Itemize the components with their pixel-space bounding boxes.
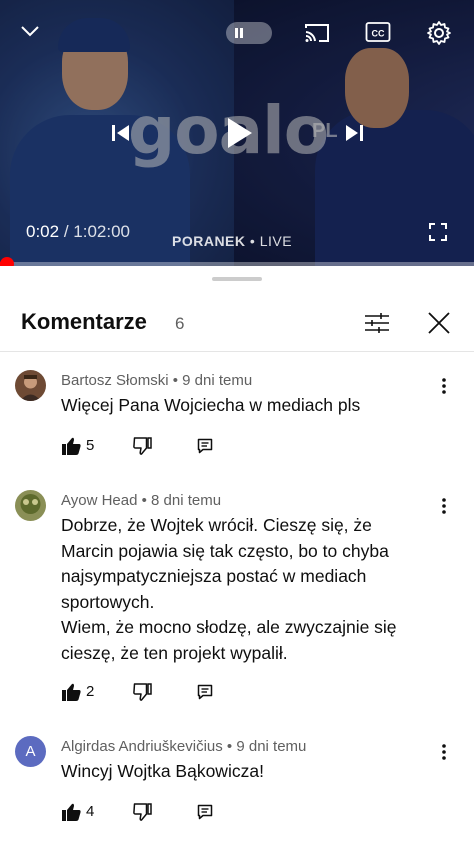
reply-icon[interactable]	[196, 437, 214, 455]
comments-header: Komentarze 6	[0, 296, 474, 352]
cast-icon[interactable]	[302, 20, 332, 46]
like-count: 5	[86, 437, 95, 454]
comment-text: Dobrze, że Wojtek wrócił. Cieszę się, że…	[61, 515, 397, 663]
avatar[interactable]	[15, 490, 46, 521]
comment-text: Wincyj Wojtka Bąkowicza!	[61, 761, 264, 781]
comment-time: 8 dni temu	[151, 492, 222, 509]
previous-icon[interactable]	[107, 119, 135, 147]
avatar[interactable]	[15, 370, 46, 401]
close-icon[interactable]	[424, 308, 454, 338]
video-player[interactable]: goalo PL CC 0:02 / 1:02:00 PORANEK • LIV…	[0, 0, 474, 266]
captions-icon[interactable]: CC	[364, 20, 392, 44]
comments-count: 6	[175, 314, 185, 333]
dislike-icon[interactable]	[131, 802, 153, 822]
chevron-down-icon[interactable]	[14, 16, 46, 46]
avatar-letter: A	[25, 743, 36, 760]
drag-handle[interactable]	[212, 277, 262, 281]
more-options-icon[interactable]	[434, 740, 454, 764]
comments-panel: Komentarze 6 Bartosz Słomski • 9 dni tem…	[0, 266, 474, 842]
scrubber-handle[interactable]	[0, 257, 14, 266]
comment-author-line: Bartosz Słomski • 9 dni temu	[61, 372, 253, 389]
comment-author[interactable]: Algirdas Andriuškevičius	[61, 738, 223, 755]
comment-time: 9 dni temu	[182, 372, 253, 389]
comment-time: 9 dni temu	[236, 738, 307, 755]
live-separator: •	[245, 233, 260, 249]
show-name: PORANEK	[172, 233, 246, 249]
like-icon[interactable]	[61, 436, 81, 456]
settings-gear-icon[interactable]	[424, 18, 454, 48]
reply-icon[interactable]	[196, 803, 214, 821]
play-icon[interactable]	[219, 113, 259, 153]
avatar[interactable]: A	[15, 736, 46, 767]
time-display: 0:02 / 1:02:00	[26, 222, 130, 242]
fullscreen-icon[interactable]	[426, 220, 450, 244]
filter-icon[interactable]	[362, 308, 392, 338]
comment-author-line: Algirdas Andriuškevičius • 9 dni temu	[61, 738, 307, 755]
like-icon[interactable]	[61, 802, 81, 822]
comment-text: Więcej Pana Wojciecha w mediach pls	[61, 395, 361, 415]
time-separator: /	[59, 222, 74, 241]
dislike-icon[interactable]	[131, 682, 153, 702]
duration: 1:02:00	[73, 222, 130, 241]
current-time: 0:02	[26, 222, 60, 241]
more-options-icon[interactable]	[434, 374, 454, 398]
dislike-icon[interactable]	[131, 436, 153, 456]
like-count: 4	[86, 803, 95, 820]
live-badge: LIVE	[259, 233, 293, 249]
comment-author-line: Ayow Head • 8 dni temu	[61, 492, 222, 509]
svg-text:CC: CC	[372, 29, 385, 39]
next-icon[interactable]	[340, 119, 368, 147]
like-icon[interactable]	[61, 682, 81, 702]
more-options-icon[interactable]	[434, 494, 454, 518]
autoplay-toggle[interactable]	[226, 22, 272, 44]
comments-title: Komentarze	[21, 309, 147, 334]
show-live-label: PORANEK • LIVE	[172, 233, 292, 249]
comment-author[interactable]: Bartosz Słomski	[61, 372, 169, 389]
like-count: 2	[86, 683, 95, 700]
pause-icon	[228, 24, 250, 42]
reply-icon[interactable]	[196, 683, 214, 701]
comment-author[interactable]: Ayow Head	[61, 492, 137, 509]
